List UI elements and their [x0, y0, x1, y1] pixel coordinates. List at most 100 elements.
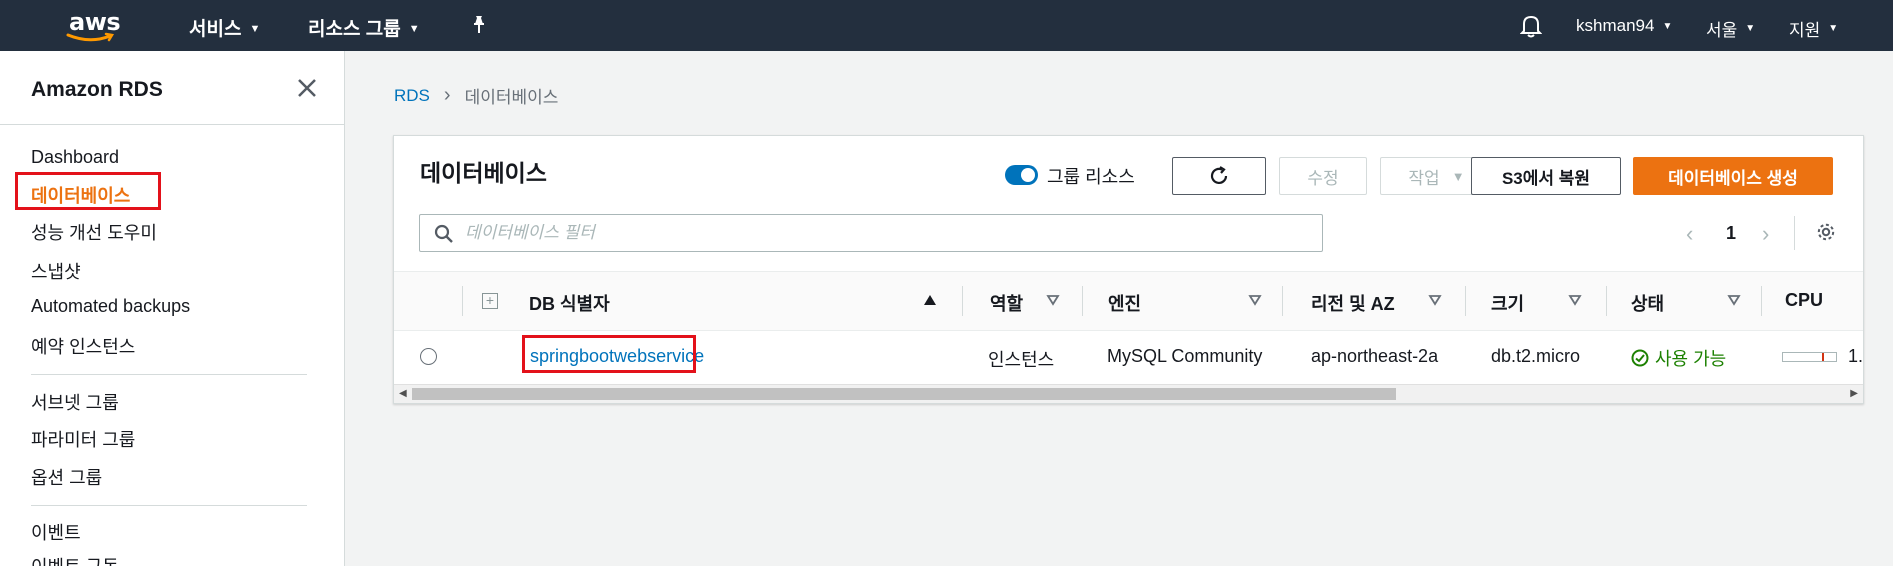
cpu-usage-bar — [1782, 352, 1837, 362]
region-name: 서울 — [1706, 21, 1738, 40]
column-separator — [1761, 286, 1762, 316]
highlight-box — [15, 172, 161, 210]
search-icon — [434, 224, 453, 243]
col-size[interactable]: 크기 — [1491, 290, 1524, 316]
gear-icon[interactable] — [1815, 221, 1837, 243]
scroll-right-icon[interactable]: ▶ — [1850, 388, 1858, 399]
table-header: + DB 식별자 역할 엔진 리전 및 AZ 크기 상태 CPU — [394, 271, 1863, 331]
resource-groups-label: 리소스 그룹 — [308, 19, 401, 40]
database-filter-input[interactable] — [465, 221, 1305, 245]
highlight-box — [522, 335, 696, 373]
column-separator — [1606, 286, 1607, 316]
col-region-az[interactable]: 리전 및 AZ — [1311, 290, 1395, 316]
horizontal-scrollbar[interactable]: ◀ ▶ — [394, 384, 1863, 403]
support-label: 지원 — [1789, 21, 1821, 40]
account-name: kshman94 — [1576, 16, 1655, 35]
sidebar-title: Amazon RDS — [31, 78, 163, 101]
resource-groups-menu[interactable]: 리소스 그룹 ▼ — [308, 14, 420, 41]
sidebar-item-event-subscriptions[interactable]: 이벤트 구독 — [31, 553, 119, 566]
cell-cpu: 1. — [1848, 346, 1864, 366]
sidebar-item-snapshots[interactable]: 스냅샷 — [31, 258, 81, 284]
group-resources-toggle[interactable] — [1005, 165, 1038, 185]
actions-label: 작업 — [1408, 168, 1440, 188]
row-select-radio[interactable] — [420, 348, 437, 365]
sidebar-item-dashboard[interactable]: Dashboard — [31, 147, 119, 168]
column-separator — [1082, 286, 1083, 316]
create-database-button[interactable]: 데이터베이스 생성 — [1633, 157, 1833, 195]
column-separator — [462, 286, 463, 316]
account-menu[interactable]: kshman94 ▼ — [1576, 16, 1672, 36]
sort-icon[interactable] — [1727, 293, 1741, 307]
check-circle-icon — [1631, 349, 1649, 367]
restore-from-s3-button[interactable]: S3에서 복원 — [1471, 157, 1621, 195]
col-db-identifier[interactable]: DB 식별자 — [529, 290, 610, 316]
sidebar-item-automated-backups[interactable]: Automated backups — [31, 296, 190, 317]
bell-icon[interactable] — [1520, 14, 1542, 38]
table-row[interactable]: springbootwebservice 인스턴스 MySQL Communit… — [394, 331, 1863, 383]
services-menu[interactable]: 서비스 ▼ — [189, 14, 260, 41]
scrollbar-thumb[interactable] — [412, 388, 1396, 400]
chevron-down-icon: ▼ — [1662, 20, 1673, 32]
pin-icon[interactable] — [470, 15, 488, 35]
status-label: 사용 가능 — [1655, 349, 1727, 369]
breadcrumb-rds-link[interactable]: RDS — [394, 86, 430, 106]
close-icon[interactable] — [296, 77, 318, 99]
col-cpu[interactable]: CPU — [1785, 290, 1823, 311]
col-role[interactable]: 역할 — [990, 290, 1023, 316]
sidebar-item-option-groups[interactable]: 옵션 그룹 — [31, 464, 102, 490]
services-label: 서비스 — [189, 19, 242, 40]
refresh-icon — [1210, 166, 1228, 185]
column-separator — [1465, 286, 1466, 316]
breadcrumb-current: 데이터베이스 — [464, 88, 559, 107]
sort-icon[interactable] — [1568, 293, 1582, 307]
panel-title: 데이터베이스 — [420, 160, 547, 186]
sidebar-item-reserved-instances[interactable]: 예약 인스턴스 — [31, 333, 135, 359]
cell-region-az: ap-northeast-2a — [1311, 346, 1439, 366]
support-menu[interactable]: 지원 ▼ — [1789, 16, 1838, 41]
sidebar-divider — [0, 124, 345, 125]
sort-icon[interactable] — [1248, 293, 1262, 307]
expand-all-icon[interactable]: + — [482, 293, 498, 309]
chevron-down-icon: ▼ — [1745, 23, 1756, 34]
column-separator — [1282, 286, 1283, 316]
page-number[interactable]: 1 — [1726, 223, 1736, 244]
caret-down-icon: ▼ — [1451, 168, 1465, 184]
modify-label: 수정 — [1307, 168, 1339, 188]
aws-smile-icon — [66, 32, 115, 42]
top-navigation: aws 서비스 ▼ 리소스 그룹 ▼ kshman94 ▼ 서울 ▼ 지원 ▼ — [0, 0, 1893, 51]
databases-panel: 데이터베이스 그룹 리소스 수정 작업 ▼ S3에서 복원 데이터베이스 생성 … — [393, 135, 1864, 404]
col-engine[interactable]: 엔진 — [1108, 290, 1141, 316]
modify-button[interactable]: 수정 — [1279, 157, 1367, 195]
sort-ascending-icon[interactable] — [923, 293, 937, 307]
prev-page-icon[interactable]: ‹ — [1686, 221, 1693, 247]
cell-role: 인스턴스 — [988, 350, 1055, 370]
group-resources-label: 그룹 리소스 — [1047, 167, 1135, 187]
sidebar-separator — [31, 505, 307, 506]
cell-size: db.t2.micro — [1491, 346, 1581, 366]
chevron-down-icon: ▼ — [408, 23, 420, 35]
sidebar-item-parameter-groups[interactable]: 파라미터 그룹 — [31, 426, 135, 452]
chevron-down-icon: ▼ — [1828, 23, 1839, 34]
sidebar-item-events[interactable]: 이벤트 — [31, 519, 81, 545]
sort-icon[interactable] — [1046, 293, 1060, 307]
cell-engine: MySQL Community — [1107, 346, 1263, 366]
aws-logo[interactable]: aws — [66, 8, 122, 44]
restore-from-s3-label: S3에서 복원 — [1501, 168, 1591, 188]
region-menu[interactable]: 서울 ▼ — [1706, 16, 1755, 41]
pager-separator — [1794, 216, 1795, 250]
chevron-right-icon: › — [443, 84, 451, 106]
cell-status: 사용 가능 — [1631, 345, 1726, 371]
cpu-usage-marker — [1822, 353, 1824, 361]
sidebar-separator — [31, 374, 307, 375]
scroll-left-icon[interactable]: ◀ — [399, 388, 407, 399]
sidebar-item-performance-insights[interactable]: 성능 개선 도우미 — [31, 219, 157, 245]
create-database-label: 데이터베이스 생성 — [1668, 168, 1798, 188]
col-status[interactable]: 상태 — [1631, 290, 1664, 316]
sidebar-item-subnet-groups[interactable]: 서브넷 그룹 — [31, 389, 119, 415]
sort-icon[interactable] — [1428, 293, 1442, 307]
next-page-icon[interactable]: › — [1762, 221, 1769, 247]
refresh-button[interactable] — [1172, 157, 1266, 195]
chevron-down-icon: ▼ — [249, 23, 261, 35]
database-filter[interactable] — [419, 214, 1323, 252]
breadcrumb: RDS › 데이터베이스 — [394, 83, 558, 108]
